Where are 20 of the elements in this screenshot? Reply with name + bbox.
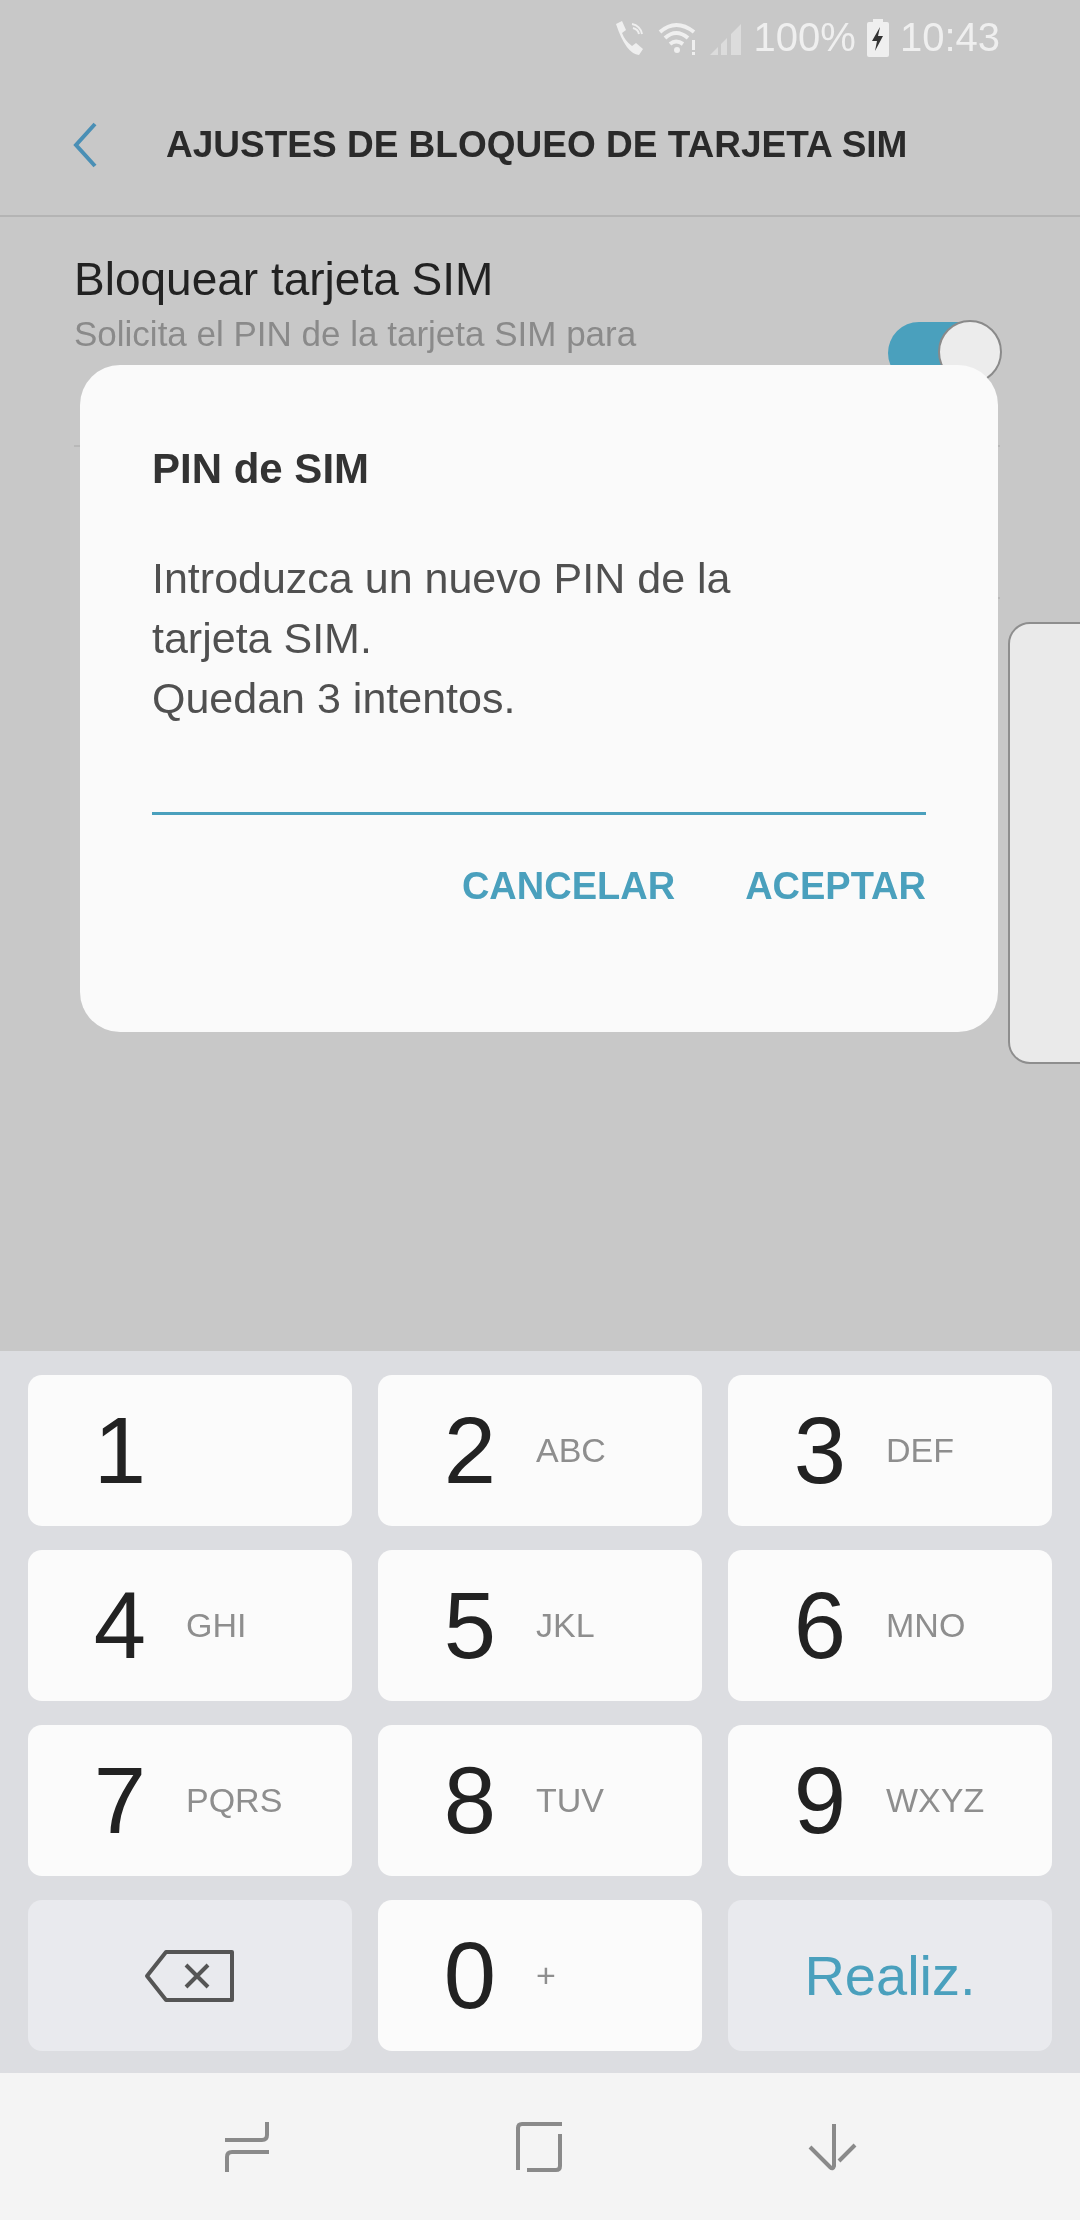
keypad-key[interactable]: 2 ABC xyxy=(378,1375,702,1526)
keypad-key[interactable]: 9 WXYZ xyxy=(728,1725,1052,1876)
dialog-message: Introduzca un nuevo PIN de la tarjeta SIM. Quedan 3 intentos. xyxy=(152,553,732,724)
setting-description: Solicita el PIN de la tarjeta SIM para xyxy=(74,314,637,354)
backspace-key[interactable] xyxy=(28,1900,352,2051)
keypad-key[interactable]: 4 GHI xyxy=(28,1550,352,1701)
setting-title: Bloquear tarjeta SIM xyxy=(74,252,495,306)
battery-charging-icon xyxy=(865,18,890,57)
keypad-key[interactable]: 1 xyxy=(28,1375,352,1526)
keypad-key[interactable]: 8 TUV xyxy=(378,1725,702,1876)
backspace-icon xyxy=(144,1948,236,2003)
keypad-key[interactable]: 5 JKL xyxy=(378,1550,702,1701)
chevron-left-icon xyxy=(72,121,98,169)
dialog-title: PIN de SIM xyxy=(152,445,371,493)
keypad-key[interactable]: 6 MNO xyxy=(728,1550,1052,1701)
keypad-key[interactable]: 3 DEF xyxy=(728,1375,1052,1526)
keypad-key[interactable]: 0 + xyxy=(378,1900,702,2051)
edge-panel-handle[interactable] xyxy=(1008,622,1080,1064)
page-title: AJUSTES DE BLOQUEO DE TARJETA SIM xyxy=(166,124,908,166)
keypad-key[interactable]: 7 PQRS xyxy=(28,1725,352,1876)
